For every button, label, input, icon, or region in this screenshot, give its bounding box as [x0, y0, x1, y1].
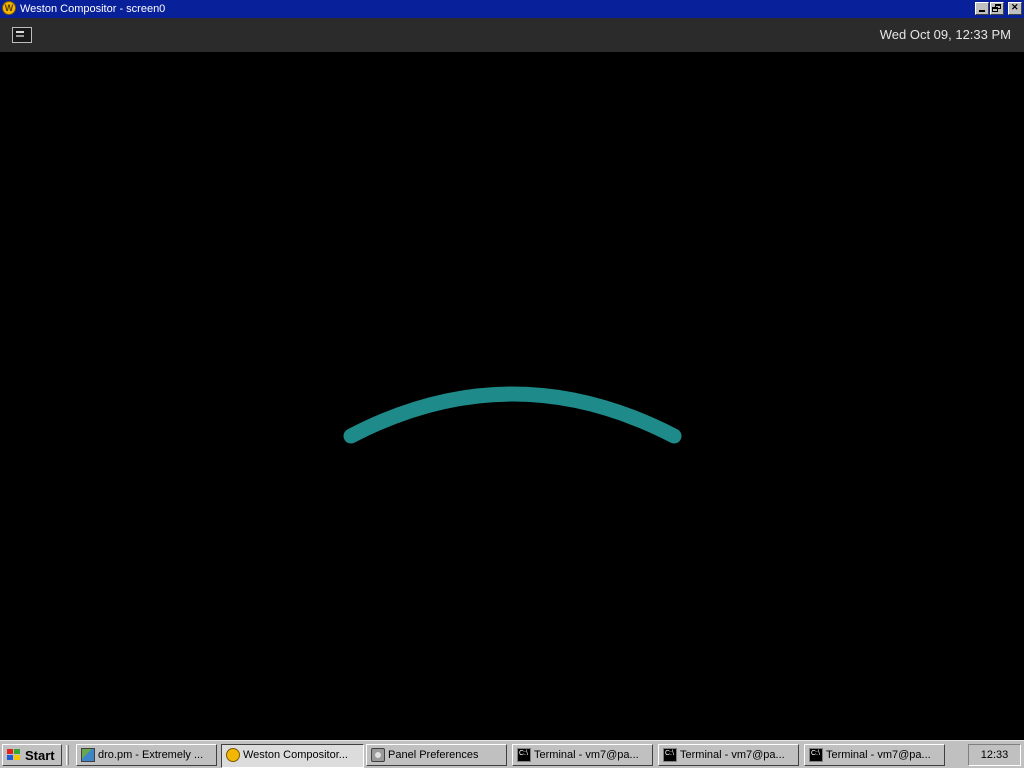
restore-button[interactable] — [990, 2, 1004, 15]
start-button[interactable]: Start — [2, 744, 62, 766]
terminal-icon — [517, 748, 531, 762]
close-button[interactable] — [1008, 2, 1022, 15]
panel-clock: Wed Oct 09, 12:33 PM — [879, 27, 1011, 42]
task-label: Terminal - vm7@pa... — [680, 749, 785, 761]
toolbar-grip[interactable] — [66, 745, 69, 765]
task-label: dro.pm - Extremely ... — [98, 749, 204, 761]
task-button-panel-preferences[interactable]: Panel Preferences — [366, 744, 507, 766]
task-button-terminal-1[interactable]: Terminal - vm7@pa... — [512, 744, 653, 766]
terminal-icon — [663, 748, 677, 762]
task-button-terminal-2[interactable]: Terminal - vm7@pa... — [658, 744, 799, 766]
preferences-icon — [371, 748, 385, 762]
task-label: Weston Compositor... — [243, 749, 348, 761]
task-label: Terminal - vm7@pa... — [826, 749, 931, 761]
task-button-dropm[interactable]: dro.pm - Extremely ... — [76, 744, 217, 766]
teal-arc — [343, 386, 682, 444]
terminal-launcher-icon[interactable] — [12, 27, 32, 43]
task-label: Terminal - vm7@pa... — [534, 749, 639, 761]
window-titlebar[interactable]: W Weston Compositor - screen0 — [0, 0, 1024, 18]
taskbar: Start dro.pm - Extremely ... Weston Comp… — [0, 740, 1024, 768]
desktop-area[interactable] — [0, 52, 1024, 740]
image-icon — [81, 748, 95, 762]
weston-panel: Wed Oct 09, 12:33 PM — [0, 18, 1024, 52]
desktop-canvas — [343, 386, 682, 444]
task-label: Panel Preferences — [388, 749, 479, 761]
windows-logo-icon — [7, 749, 21, 761]
terminal-icon — [809, 748, 823, 762]
window-title: Weston Compositor - screen0 — [20, 3, 166, 15]
task-button-weston[interactable]: Weston Compositor... — [221, 744, 364, 768]
minimize-button[interactable] — [975, 2, 989, 15]
start-label: Start — [25, 748, 55, 763]
weston-icon: W — [2, 1, 16, 15]
tray-clock[interactable]: 12:33 — [968, 744, 1021, 766]
weston-icon — [226, 748, 240, 762]
task-button-terminal-3[interactable]: Terminal - vm7@pa... — [804, 744, 945, 766]
